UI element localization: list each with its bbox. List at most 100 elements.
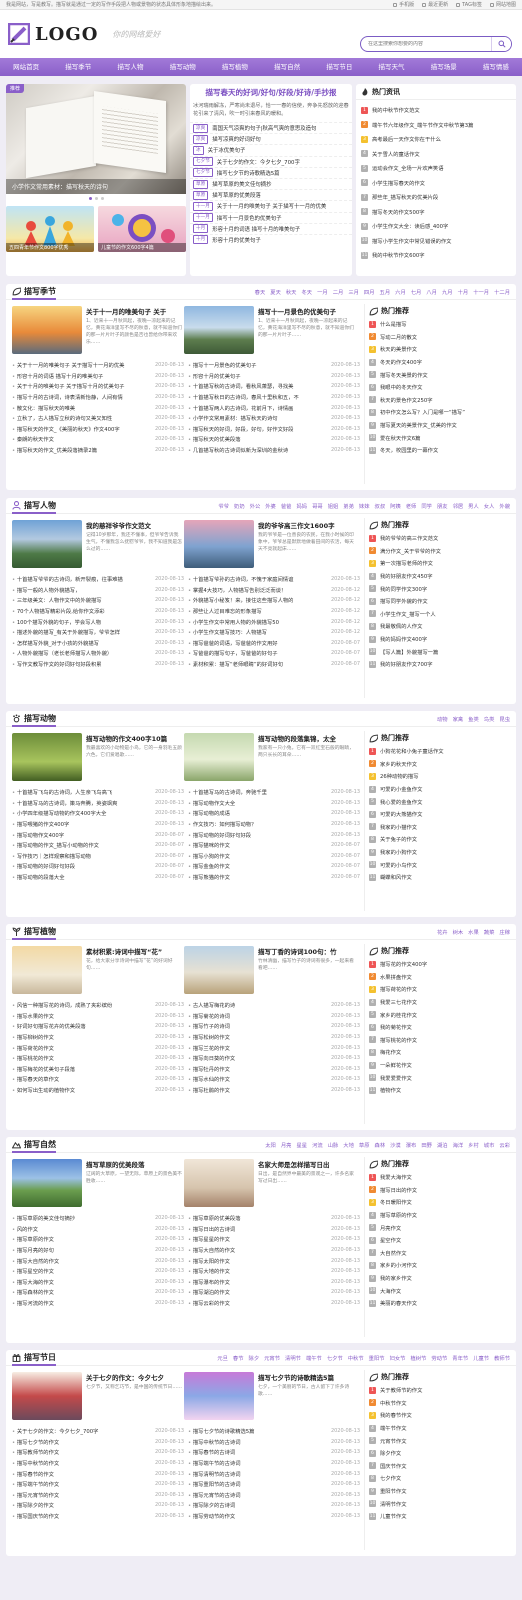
category-tag[interactable]: 草原 (359, 1141, 370, 1149)
logo[interactable]: LOGO (8, 23, 98, 45)
recommend-item-title[interactable]: 我的同学作文300字 (380, 585, 427, 593)
section-title[interactable]: 描写节日 (12, 1352, 56, 1366)
recommend-item-title[interactable]: 家乡的桂花作文 (380, 1011, 417, 1019)
recommend-item-title[interactable]: 中秋节作文 (380, 1399, 407, 1407)
recommend-item-title[interactable]: 描写同学外貌的作文 (380, 597, 428, 605)
recommend-item[interactable]: 2 描写日出的作文 (365, 1184, 510, 1197)
featured-article-title[interactable]: 关于十一月的唯美句子 关于 (86, 306, 182, 316)
article-list-item[interactable]: 关于十一月的唯美句子 关于描写十一月的优美 2020-08-13 (12, 360, 184, 371)
article-list-item[interactable]: 十首描写飞鸟的古诗词，人生亲飞鸟高飞 2020-08-13 (12, 787, 184, 798)
article-list-item[interactable]: 描写十一月景色的优美句子 2020-08-13 (188, 360, 360, 371)
category-tag[interactable]: 秋天 (286, 288, 297, 296)
article-title[interactable]: 描写春节的作文 (12, 1470, 151, 1478)
recommend-item-title[interactable]: 冬天的作文400字 (380, 358, 422, 366)
recommend-item-title[interactable]: 描写花的作文400字 (380, 960, 427, 968)
featured-list-item[interactable]: 草原 描写草原的优美段落 (190, 189, 352, 200)
recommend-item[interactable]: 6 我的菊花作文 (365, 1021, 510, 1034)
hot-news-item[interactable]: 2 端午节六年级作文_端午节作文中秋节第3篇 (361, 118, 511, 133)
article-list-item[interactable]: 描写草原的作文 2020-08-13 (12, 1234, 184, 1245)
hot-news-item[interactable]: 1 我的中秋节作文范文 (361, 103, 511, 118)
article-title[interactable]: 描写喂猪的作文400字 (12, 820, 151, 828)
article-list-item[interactable]: 描写瀑布的作文 2020-08-13 (188, 1277, 360, 1288)
article-list-item[interactable]: 描写一般的人物外貌描写， 2020-08-13 (12, 585, 184, 596)
category-tag[interactable]: 重阳节 (369, 1354, 385, 1362)
recommend-item[interactable]: 6 我眼中的冬天作文 (365, 381, 510, 394)
featured-list-item[interactable]: 十月 形容十月的优美句子 (190, 233, 352, 245)
article-list-item[interactable]: 描写牡丹的作文 2020-08-13 (188, 1064, 360, 1075)
featured-article-title[interactable]: 描写动物的段落集锦，太全 (258, 733, 354, 743)
article-list-item[interactable]: 素材积累：描写“老师眼睛”的好词好句 2020-08-07 (188, 659, 360, 670)
recommend-item[interactable]: 3 秋天的美景作文 (365, 343, 510, 356)
article-title[interactable]: 描写兰花的作文 (188, 1044, 327, 1052)
recommend-item-title[interactable]: 我爱大海作文 (380, 1173, 412, 1181)
section-title-text[interactable]: 描写动物 (24, 713, 56, 724)
featured-item-title[interactable]: 描写十一月景色的优美句子 (217, 214, 282, 222)
article-title[interactable]: 描写动物作文大全 (188, 799, 327, 807)
recommend-item-title[interactable]: 一朵鲜花作文 (380, 1061, 412, 1069)
article-title[interactable]: 素材积累：描写“老师眼睛”的好词好句 (188, 660, 327, 668)
recommend-item-title[interactable]: 关于教师节的作文 (380, 1386, 422, 1394)
hot-news-title[interactable]: 那些年_描写秋天的优美片段 (372, 193, 438, 201)
article-title[interactable]: 关于十月的唯美句子 关于描写十月的优美句子 (12, 382, 151, 390)
article-list-item[interactable]: 描写河流的作文 2020-08-13 (12, 1298, 184, 1309)
category-tag[interactable]: 叔叔 (375, 502, 386, 510)
category-tag[interactable]: 花卉 (437, 928, 448, 936)
featured-article[interactable]: 描写十一月景色的优美句子 1、近来十一月秋风起，夜晚一凉起来的记忆，黄花海洋里写… (184, 306, 354, 354)
article-title[interactable]: 形容十月的词语 描写十月的唯美句子 (12, 372, 151, 380)
recommend-item-title[interactable]: 小学生作文_描写一个人 (380, 610, 436, 618)
article-title[interactable]: 描写菊花的诗词 (188, 1012, 327, 1020)
article-list-item[interactable]: 描写月亮的好句 2020-08-13 (12, 1245, 184, 1256)
featured-article[interactable]: 我的慈祥爷爷作文范文 记得10岁那年，我还不懂事，但爷爷告诉我生气，不懂我怎么抚… (12, 520, 182, 568)
category-tag[interactable]: 十二月 (494, 288, 510, 296)
article-thumbnail[interactable] (12, 1159, 82, 1207)
recommend-item[interactable]: 4 我的好朋友作文450字 (365, 570, 510, 583)
article-list-item[interactable]: 描写动物作文大全 2020-08-13 (188, 798, 360, 809)
featured-item-title[interactable]: 描写草原的美文佳句摘抄 (212, 180, 271, 188)
article-list-item[interactable]: 描写除夕的古诗词 2020-08-13 (188, 1500, 360, 1511)
featured-item-title[interactable]: 南国天气凉爽的句子|秋高气爽的意思及造句 (212, 124, 316, 132)
category-tag[interactable]: 姐姐 (328, 502, 339, 510)
article-title[interactable]: 描写向日葵的作文 (188, 1054, 327, 1062)
article-thumbnail[interactable] (184, 520, 254, 568)
category-tag[interactable]: 妈妈 (296, 502, 307, 510)
category-tag[interactable]: 昆虫 (499, 715, 510, 723)
article-list-item[interactable]: 描写动物作文400字 2020-08-07 (12, 829, 184, 840)
recommend-item[interactable]: 11 植物作文 (365, 1084, 510, 1097)
article-title[interactable]: 描写动物的成语 (188, 809, 327, 817)
recommend-item[interactable]: 3 第一次描写老师的作文 (365, 557, 510, 570)
recommend-item[interactable]: 11 儿童节作文 (365, 1510, 510, 1523)
article-list-item[interactable]: 描写云彩的作文 2020-08-13 (188, 1298, 360, 1309)
category-tag[interactable]: 清明节 (285, 1354, 301, 1362)
article-list-item[interactable]: 描写太阳的作文 2020-08-13 (188, 1255, 360, 1266)
article-list-item[interactable]: 描写向日葵的作文 2020-08-13 (188, 1053, 360, 1064)
recommend-item-title[interactable]: 大自然作文 (380, 1249, 407, 1257)
recommend-item[interactable]: 2 家乡的秋天作文 (365, 758, 510, 771)
recommend-item[interactable]: 3 我的春节作文 (365, 1409, 510, 1422)
article-title[interactable]: 描写秋天的作文_优美段落摘录2篇 (12, 446, 151, 454)
article-title[interactable]: 十首描写秋日的古诗词，春风十里秋和五，不 (188, 393, 327, 401)
article-list-item[interactable]: 描写水果的作文 2020-08-13 (12, 1011, 184, 1022)
recommend-item[interactable]: 11 我的好朋友作文700字 (365, 658, 510, 671)
category-tag[interactable]: 田野 (421, 1141, 432, 1149)
article-title[interactable]: 描写动物作文400字 (12, 831, 151, 839)
featured-list-item[interactable]: 凉爽 南国天气凉爽的句子|秋高气爽的意思及造句 (190, 122, 352, 133)
article-list-item[interactable]: 写爸爸的描写句子，写爸爸的好句子 2020-08-07 (188, 648, 360, 659)
article-list-item[interactable]: 描写竹子的诗词 2020-08-13 (188, 1021, 360, 1032)
article-title[interactable]: 描写重阳节的古诗词 (188, 1480, 327, 1488)
article-title[interactable]: 描写元宵节的古诗词 (188, 1491, 327, 1499)
article-title[interactable]: 写作技巧｜怎样观察和描写动物 (12, 852, 151, 860)
article-list-item[interactable]: 描述外貌的描写_有关于外貌描写，爷爷怎样 2020-08-13 (12, 627, 184, 638)
article-title[interactable]: 描写湖泊的作文 (188, 1288, 327, 1296)
category-tag[interactable]: 邻居 (453, 502, 464, 510)
article-list-item[interactable]: 十首描写两人的古诗词，花前月下，诗情画 2020-08-13 (188, 402, 360, 413)
article-list-item[interactable]: 写作技巧｜怎样观察和描写动物 2020-08-07 (12, 851, 184, 862)
article-title[interactable]: 描写太阳的作文 (188, 1257, 327, 1265)
recommend-item[interactable]: 6 描写同学外貌的作文 (365, 595, 510, 608)
recommend-item[interactable]: 9 重阳节作文 (365, 1485, 510, 1498)
category-tag[interactable]: 沙漠 (390, 1141, 401, 1149)
article-list-item[interactable]: 十首描写马的古诗词，奔驰千里 2020-08-13 (188, 787, 360, 798)
recommend-item[interactable]: 1 描写花的作文400字 (365, 958, 510, 971)
article-list-item[interactable]: 描写星空的作文 2020-08-13 (12, 1266, 184, 1277)
topic-tag[interactable]: 十月 (193, 235, 209, 245)
category-tag[interactable]: 大地 (343, 1141, 354, 1149)
